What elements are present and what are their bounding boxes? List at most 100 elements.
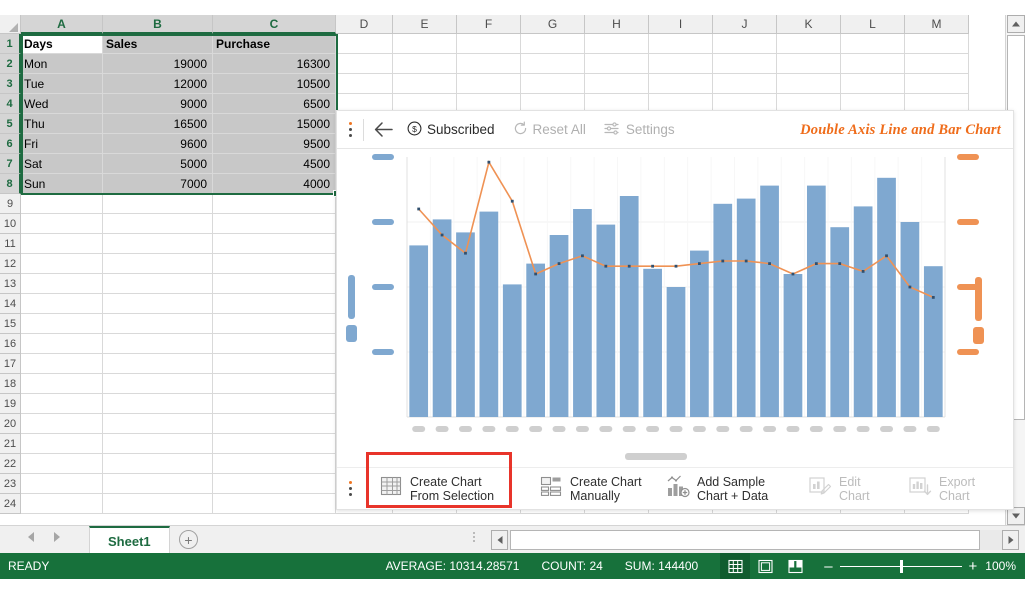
add-sheet-button[interactable]: + (179, 530, 198, 549)
cell-B23[interactable] (103, 474, 213, 494)
column-header-B[interactable]: B (103, 15, 213, 34)
cell-B2[interactable]: 19000 (103, 54, 213, 74)
cell-A1[interactable]: Days (21, 34, 103, 54)
cell-C2[interactable]: 16300 (213, 54, 336, 74)
cell-J2[interactable] (713, 54, 777, 74)
cell-M1[interactable] (905, 34, 969, 54)
row-header-22[interactable]: 22 (0, 454, 21, 474)
cell-B8[interactable]: 7000 (103, 174, 213, 194)
cell-A15[interactable] (21, 314, 103, 334)
cell-C6[interactable]: 9500 (213, 134, 336, 154)
cell-H3[interactable] (585, 74, 649, 94)
cell-B10[interactable] (103, 214, 213, 234)
cell-K2[interactable] (777, 54, 841, 74)
cell-G2[interactable] (521, 54, 585, 74)
scroll-up-button[interactable] (1007, 15, 1025, 33)
cell-A6[interactable]: Fri (21, 134, 103, 154)
cell-J1[interactable] (713, 34, 777, 54)
zoom-slider-track[interactable] (839, 559, 962, 573)
cell-A5[interactable]: Thu (21, 114, 103, 134)
select-all-corner[interactable] (0, 15, 21, 34)
settings-button[interactable]: Settings (595, 111, 684, 149)
column-header-M[interactable]: M (905, 15, 969, 34)
cell-C20[interactable] (213, 414, 336, 434)
cell-A14[interactable] (21, 294, 103, 314)
cell-B15[interactable] (103, 314, 213, 334)
row-header-24[interactable]: 24 (0, 494, 21, 514)
cell-B7[interactable]: 5000 (103, 154, 213, 174)
row-header-2[interactable]: 2 (0, 54, 21, 74)
cell-A9[interactable] (21, 194, 103, 214)
row-header-13[interactable]: 13 (0, 274, 21, 294)
cell-B3[interactable]: 12000 (103, 74, 213, 94)
cell-B18[interactable] (103, 374, 213, 394)
cell-A22[interactable] (21, 454, 103, 474)
row-header-11[interactable]: 11 (0, 234, 21, 254)
cell-A11[interactable] (21, 234, 103, 254)
cell-F2[interactable] (457, 54, 521, 74)
kebab-menu-icon[interactable] (337, 111, 363, 149)
cell-A23[interactable] (21, 474, 103, 494)
cell-C13[interactable] (213, 274, 336, 294)
page-layout-view-icon[interactable] (750, 553, 780, 579)
cell-E1[interactable] (393, 34, 457, 54)
zoom-slider-thumb[interactable] (899, 559, 903, 573)
cell-C14[interactable] (213, 294, 336, 314)
row-header-21[interactable]: 21 (0, 434, 21, 454)
sheet-nav-arrows[interactable] (28, 532, 60, 542)
cell-B13[interactable] (103, 274, 213, 294)
cell-C21[interactable] (213, 434, 336, 454)
column-header-H[interactable]: H (585, 15, 649, 34)
column-header-A[interactable]: A (21, 15, 103, 34)
scroll-right-button[interactable] (1002, 530, 1019, 550)
cell-D2[interactable] (336, 54, 393, 74)
cell-L2[interactable] (841, 54, 905, 74)
cell-K3[interactable] (777, 74, 841, 94)
column-header-I[interactable]: I (649, 15, 713, 34)
column-header-K[interactable]: K (777, 15, 841, 34)
zoom-out-button[interactable]: – (824, 559, 832, 574)
cell-A10[interactable] (21, 214, 103, 234)
cell-B24[interactable] (103, 494, 213, 514)
cell-C15[interactable] (213, 314, 336, 334)
column-header-L[interactable]: L (841, 15, 905, 34)
cell-B22[interactable] (103, 454, 213, 474)
cell-C8[interactable]: 4000 (213, 174, 336, 194)
nav-prev-icon[interactable] (28, 532, 34, 542)
cell-C12[interactable] (213, 254, 336, 274)
row-header-14[interactable]: 14 (0, 294, 21, 314)
column-header-J[interactable]: J (713, 15, 777, 34)
row-header-6[interactable]: 6 (0, 134, 21, 154)
cell-B6[interactable]: 9600 (103, 134, 213, 154)
cell-A19[interactable] (21, 394, 103, 414)
cell-B20[interactable] (103, 414, 213, 434)
cell-L1[interactable] (841, 34, 905, 54)
column-header-E[interactable]: E (393, 15, 457, 34)
cell-B5[interactable]: 16500 (103, 114, 213, 134)
cell-G1[interactable] (521, 34, 585, 54)
cell-I2[interactable] (649, 54, 713, 74)
cell-M2[interactable] (905, 54, 969, 74)
cell-C7[interactable]: 4500 (213, 154, 336, 174)
cell-A7[interactable]: Sat (21, 154, 103, 174)
row-header-16[interactable]: 16 (0, 334, 21, 354)
cell-C18[interactable] (213, 374, 336, 394)
cell-I3[interactable] (649, 74, 713, 94)
scroll-left-button[interactable] (491, 530, 508, 550)
cell-C9[interactable] (213, 194, 336, 214)
cell-E2[interactable] (393, 54, 457, 74)
cell-H2[interactable] (585, 54, 649, 74)
cell-A18[interactable] (21, 374, 103, 394)
toolbar-button-add-sample-chart-data[interactable]: Add Sample Chart + Data (656, 468, 778, 510)
row-header-20[interactable]: 20 (0, 414, 21, 434)
toolbar-button-create-chart-manually[interactable]: Create Chart Manually (529, 468, 652, 510)
cell-C16[interactable] (213, 334, 336, 354)
row-header-5[interactable]: 5 (0, 114, 21, 134)
row-header-9[interactable]: 9 (0, 194, 21, 214)
cell-A2[interactable]: Mon (21, 54, 103, 74)
row-header-15[interactable]: 15 (0, 314, 21, 334)
cell-A21[interactable] (21, 434, 103, 454)
column-header-G[interactable]: G (521, 15, 585, 34)
normal-view-icon[interactable] (720, 553, 751, 579)
cell-K1[interactable] (777, 34, 841, 54)
